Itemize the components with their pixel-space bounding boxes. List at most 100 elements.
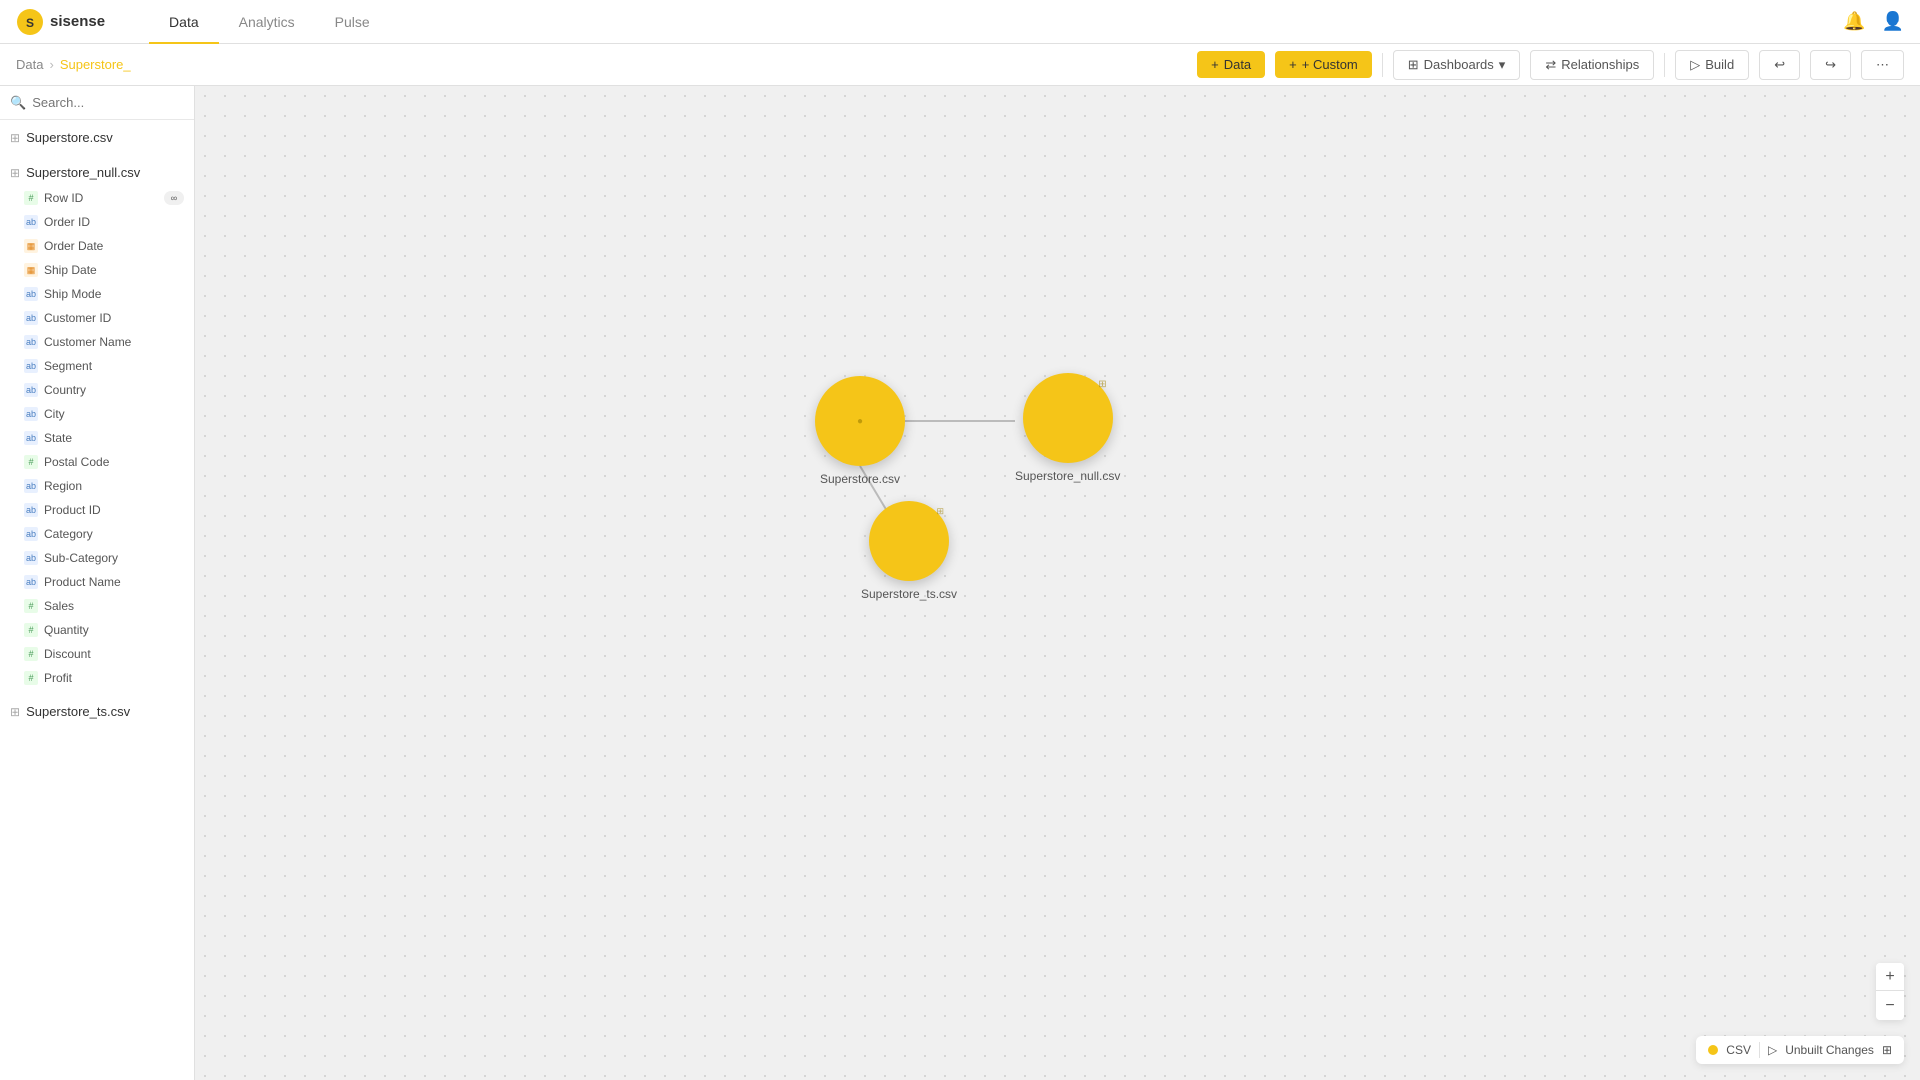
main-canvas: ● Superstore.csv ⊞ Superstore_null.csv ⊞… <box>195 86 1920 1080</box>
node-badge-superstore-null-csv: ⊞ <box>1098 379 1106 390</box>
zoom-out-button[interactable]: − <box>1876 992 1904 1020</box>
tab-data[interactable]: Data <box>149 2 219 44</box>
field-postal-code[interactable]: # Postal Code <box>0 450 194 474</box>
table-name-superstore-null-csv: Superstore_null.csv <box>26 165 140 180</box>
field-icon-discount: # <box>24 647 38 661</box>
field-product-name[interactable]: ab Product Name <box>0 570 194 594</box>
field-customer-name[interactable]: ab Customer Name <box>0 330 194 354</box>
field-sales[interactable]: # Sales <box>0 594 194 618</box>
table-header-superstore-csv[interactable]: ⊞ Superstore.csv <box>0 124 194 151</box>
field-segment[interactable]: ab Segment <box>0 354 194 378</box>
field-icon-product-name: ab <box>24 575 38 589</box>
node-inner-superstore-csv: ● <box>857 416 863 427</box>
csv-dot <box>1708 1045 1718 1055</box>
build-label: Build <box>1705 57 1734 72</box>
table-group-superstore-null-csv: ⊞ Superstore_null.csv # Row ID ∞ ab Orde… <box>0 155 194 694</box>
toolbar-separator-2 <box>1664 53 1665 77</box>
table-group-superstore-csv: ⊞ Superstore.csv <box>0 120 194 155</box>
field-icon-customer-name: ab <box>24 335 38 349</box>
field-icon-quantity: # <box>24 623 38 637</box>
toolbar-separator-1 <box>1382 53 1383 77</box>
build-icon: ▷ <box>1690 57 1700 73</box>
table-name-superstore-ts-csv: Superstore_ts.csv <box>26 704 130 719</box>
field-ship-mode[interactable]: ab Ship Mode <box>0 282 194 306</box>
search-input[interactable] <box>32 95 208 110</box>
field-icon-ship-date: ▦ <box>24 263 38 277</box>
custom-label: + Custom <box>1302 57 1358 72</box>
breadcrumb: Data › Superstore_ <box>16 57 131 72</box>
field-icon-ship-mode: ab <box>24 287 38 301</box>
field-customer-id[interactable]: ab Customer ID <box>0 306 194 330</box>
build-icon-bottom: ▷ <box>1768 1043 1777 1057</box>
table-icon-superstore-ts-csv: ⊞ <box>10 705 20 719</box>
field-label-order-id: Order ID <box>44 215 90 229</box>
field-row-id[interactable]: # Row ID ∞ <box>0 186 194 210</box>
redo-button[interactable]: ↪ <box>1810 50 1851 80</box>
table-header-superstore-null-csv[interactable]: ⊞ Superstore_null.csv <box>0 159 194 186</box>
field-order-id[interactable]: ab Order ID <box>0 210 194 234</box>
relationships-button[interactable]: ⇄ Relationships <box>1530 50 1654 80</box>
field-icon-customer-id: ab <box>24 311 38 325</box>
field-region[interactable]: ab Region <box>0 474 194 498</box>
field-state[interactable]: ab State <box>0 426 194 450</box>
breadcrumb-root: Data <box>16 57 43 72</box>
table-header-superstore-ts-csv[interactable]: ⊞ Superstore_ts.csv <box>0 698 194 725</box>
field-product-id[interactable]: ab Product ID <box>0 498 194 522</box>
field-label-postal-code: Postal Code <box>44 455 109 469</box>
field-sub-category[interactable]: ab Sub-Category <box>0 546 194 570</box>
logo-text: sisense <box>50 13 105 30</box>
field-icon-segment: ab <box>24 359 38 373</box>
field-category[interactable]: ab Category <box>0 522 194 546</box>
field-label-region: Region <box>44 479 82 493</box>
dashboards-icon: ⊞ <box>1408 57 1419 73</box>
sidebar-search-bar: 🔍 ☰ ⋮ <box>0 86 194 120</box>
table-icon-superstore-null-csv: ⊞ <box>10 166 20 180</box>
field-ship-date[interactable]: ▦ Ship Date <box>0 258 194 282</box>
zoom-controls: + − <box>1876 963 1904 1020</box>
dashboards-button[interactable]: ⊞ Dashboards ▾ <box>1393 50 1521 80</box>
node-superstore-csv[interactable]: ● Superstore.csv <box>815 376 905 486</box>
notification-button[interactable]: 🔔 <box>1843 11 1865 32</box>
field-discount[interactable]: # Discount <box>0 642 194 666</box>
node-superstore-null-csv[interactable]: ⊞ Superstore_null.csv <box>1015 373 1120 483</box>
more-button[interactable]: ⋯ <box>1861 50 1904 80</box>
field-icon-sales: # <box>24 599 38 613</box>
field-quantity[interactable]: # Quantity <box>0 618 194 642</box>
nav-tabs: Data Analytics Pulse <box>149 1 390 43</box>
field-label-product-name: Product Name <box>44 575 121 589</box>
field-label-profit: Profit <box>44 671 72 685</box>
toolbar-right: + Data + + Custom ⊞ Dashboards ▾ ⇄ Relat… <box>1197 50 1904 80</box>
undo-button[interactable]: ↩ <box>1759 50 1800 80</box>
layout: 🔍 ☰ ⋮ ⊞ Superstore.csv ⊞ Superstore_null… <box>0 86 1920 1080</box>
field-profit[interactable]: # Profit <box>0 666 194 690</box>
tab-pulse[interactable]: Pulse <box>315 2 390 44</box>
node-superstore-ts-csv[interactable]: ⊞ Superstore_ts.csv <box>861 501 957 601</box>
csv-label: CSV <box>1726 1043 1751 1057</box>
field-label-customer-id: Customer ID <box>44 311 111 325</box>
table-group-superstore-ts-csv: ⊞ Superstore_ts.csv <box>0 694 194 729</box>
relationships-icon: ⇄ <box>1545 57 1556 73</box>
user-button[interactable]: 👤 <box>1882 11 1904 32</box>
field-label-order-date: Order Date <box>44 239 103 253</box>
svg-text:S: S <box>26 16 34 30</box>
field-label-state: State <box>44 431 72 445</box>
table-name-superstore-csv: Superstore.csv <box>26 130 113 145</box>
breadcrumb-current: Superstore_ <box>60 57 131 72</box>
field-country[interactable]: ab Country <box>0 378 194 402</box>
field-icon-sub-category: ab <box>24 551 38 565</box>
tab-analytics[interactable]: Analytics <box>219 2 315 44</box>
logo: S sisense <box>16 8 105 36</box>
build-button[interactable]: ▷ Build <box>1675 50 1749 80</box>
custom-button[interactable]: + + Custom <box>1275 51 1372 78</box>
zoom-in-button[interactable]: + <box>1876 963 1904 991</box>
grid-icon-bottom[interactable]: ⊞ <box>1882 1043 1892 1057</box>
add-data-button[interactable]: + Data <box>1197 51 1265 78</box>
node-label-superstore-ts-csv: Superstore_ts.csv <box>861 587 957 601</box>
field-city[interactable]: ab City <box>0 402 194 426</box>
field-order-date[interactable]: ▦ Order Date <box>0 234 194 258</box>
field-icon-region: ab <box>24 479 38 493</box>
field-label-country: Country <box>44 383 86 397</box>
field-label-quantity: Quantity <box>44 623 89 637</box>
node-circle-superstore-ts-csv: ⊞ <box>869 501 949 581</box>
sidebar: 🔍 ☰ ⋮ ⊞ Superstore.csv ⊞ Superstore_null… <box>0 86 195 1080</box>
